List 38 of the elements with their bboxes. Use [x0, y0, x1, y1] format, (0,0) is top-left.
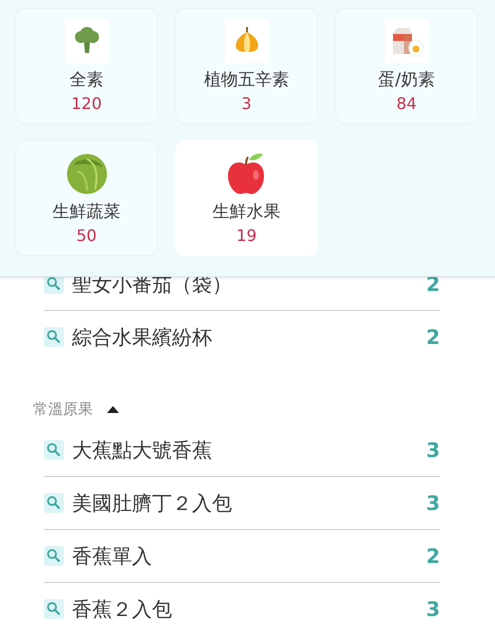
category-count: 3 — [241, 93, 252, 115]
product-name: 綜合水果繽紛杯 — [72, 324, 213, 350]
section-title: 常溫原果 — [33, 400, 93, 418]
product-name: 大蕉點大號香蕉 — [72, 436, 213, 464]
product-count: 2 — [426, 544, 440, 568]
caret-icon[interactable] — [107, 406, 119, 412]
product-row[interactable]: 大蕉點大號香蕉 3 — [44, 424, 440, 476]
product-count: 3 — [426, 491, 440, 515]
product-name: 香蕉單入 — [72, 542, 153, 570]
product-count: 3 — [426, 438, 440, 462]
category-label: 蛋/奶素 — [378, 69, 435, 91]
category-label: 生鮮水果 — [212, 201, 280, 223]
category-count: 19 — [236, 225, 257, 247]
product-row[interactable]: 綜合水果繽紛杯 2 — [44, 310, 440, 363]
category-card[interactable]: 生鮮水果 19 — [175, 140, 318, 256]
category-label: 全素 — [70, 69, 104, 91]
search-icon — [44, 599, 64, 619]
product-count: 2 — [426, 325, 440, 349]
category-card[interactable]: 植物五辛素 3 — [175, 8, 318, 124]
product-row[interactable]: 香蕉２入包 3 — [44, 582, 440, 635]
product-name: 香蕉２入包 — [72, 596, 173, 622]
search-icon — [44, 440, 64, 460]
cabbage-icon — [64, 151, 108, 195]
search-icon — [44, 493, 64, 513]
search-icon — [44, 327, 64, 347]
category-label: 植物五辛素 — [204, 69, 289, 91]
category-card[interactable]: 全素 120 — [15, 8, 158, 124]
category-count: 84 — [396, 93, 417, 115]
category-label: 生鮮蔬菜 — [52, 201, 120, 223]
product-row[interactable]: 美國肚臍丁２入包 3 — [44, 476, 440, 529]
category-count: 50 — [76, 225, 97, 247]
product-name: 美國肚臍丁２入包 — [72, 490, 233, 516]
product-count: 3 — [426, 597, 440, 621]
search-icon — [44, 546, 64, 566]
product-row[interactable]: 香蕉單入 2 — [44, 529, 440, 582]
category-count: 120 — [71, 93, 102, 115]
category-card[interactable]: 生鮮蔬菜 50 — [15, 140, 158, 256]
category-card[interactable]: 蛋/奶素 84 — [335, 8, 478, 124]
